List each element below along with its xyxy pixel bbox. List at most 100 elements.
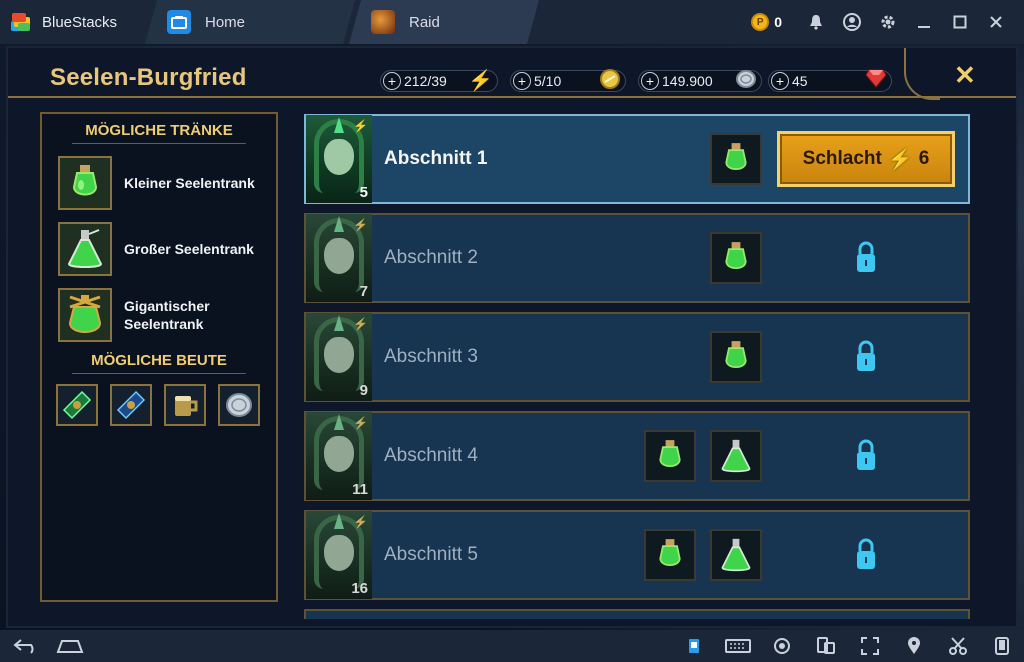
stage-row-partial[interactable] [304,609,970,619]
stage-row[interactable]: ⚡ 7 Abschnitt 2 [304,213,970,303]
scissors-icon[interactable] [936,630,980,662]
eye-icon[interactable] [760,630,804,662]
phone-icon[interactable] [672,630,716,662]
possible-loot-title: MÖGLICHE BEUTE [42,352,276,374]
arena-token-resource[interactable]: + 5/10 [510,69,626,92]
account-icon[interactable] [834,0,870,44]
tab-raid-label: Raid [409,13,440,31]
gear-icon[interactable] [870,0,906,44]
lock-icon [857,340,875,371]
close-dungeon-button[interactable]: ✕ [954,60,976,91]
fullscreen-icon[interactable] [848,630,892,662]
action-slot: Schlacht ⚡ 6 [776,129,956,189]
stage-row[interactable]: ⚡ 5 Abschnitt 1 Schlacht ⚡ 6 [304,114,970,204]
maximize-icon[interactable] [942,0,978,44]
divider [72,143,246,144]
green-shard-icon[interactable] [56,384,98,426]
action-slot [776,327,956,387]
home-nav-icon[interactable] [48,630,92,662]
app-name: BlueStacks [42,13,118,31]
tab-raid[interactable]: Raid [349,0,539,44]
potion-item[interactable]: Großer Seelentrank [58,222,276,276]
small-potion-icon[interactable] [644,430,696,482]
bluestacks-logo-icon [10,11,32,33]
potion-item[interactable]: Gigantischer Seelentrank [58,288,276,342]
bluestacks-titlebar: BlueStacks Home Raid P 0 [0,0,1024,44]
add-energy-button[interactable]: + [383,72,401,90]
gem-icon [865,68,887,94]
arena-token-value: 5/10 [534,73,562,89]
dungeon-header: Seelen-Burgfried + 212/39 ⚡ + 5/10 + 149… [8,48,1016,100]
keyboard-icon[interactable] [716,630,760,662]
lock-icon [857,538,875,569]
tab-home-label: Home [205,13,246,31]
small-potion-icon [58,156,112,210]
arena-token-icon [599,68,621,96]
stage-level: 7 [359,283,368,300]
add-arena-token-button[interactable]: + [513,72,531,90]
stage-row[interactable]: ⚡ 9 Abschnitt 3 [304,312,970,402]
stage-name: Abschnitt 3 [384,346,478,367]
boss-portrait: ⚡ 16 [306,511,372,599]
large-potion-icon[interactable] [710,430,762,482]
possible-potions-title: MÖGLICHE TRÄNKE [42,122,276,144]
add-gem-button[interactable]: + [771,72,789,90]
small-potion-icon[interactable] [710,133,762,185]
blue-shard-icon[interactable] [110,384,152,426]
energy-value: 212/39 [404,73,447,89]
battle-button[interactable]: Schlacht ⚡ 6 [777,131,955,187]
stage-level: 11 [352,481,368,498]
bluestacks-points-icon[interactable]: P [751,13,770,31]
page-title: Seelen-Burgfried [50,64,247,91]
gigantic-potion-icon [58,288,112,342]
stage-level: 9 [359,382,368,399]
points-count: 0 [774,14,782,30]
face-shape [324,337,354,373]
add-silver-button[interactable]: + [641,72,659,90]
affinity-icon: ⚡ [353,515,368,529]
phone-rotate-icon[interactable] [980,630,1024,662]
battle-label: Schlacht [802,148,882,169]
info-panel: MÖGLICHE TRÄNKE Kleiner Seelentrank Groß… [40,112,278,602]
stage-row[interactable]: ⚡ 11 Abschnitt 4 [304,411,970,501]
minimize-icon[interactable] [906,0,942,44]
tab-home[interactable]: Home [145,0,355,44]
game-viewport: Seelen-Burgfried + 212/39 ⚡ + 5/10 + 149… [0,44,1024,630]
small-potion-icon[interactable] [710,331,762,383]
large-potion-icon[interactable] [710,529,762,581]
multi-instance-icon[interactable] [804,630,848,662]
close-window-icon[interactable] [978,0,1014,44]
stage-name: Abschnitt 1 [384,148,488,169]
possible-potions-title-text: MÖGLICHE TRÄNKE [85,122,233,139]
energy-bolt-icon: ⚡ [468,70,493,92]
gem-value: 45 [792,73,808,89]
lock-icon [857,241,875,272]
back-icon[interactable] [4,630,48,662]
small-potion-icon[interactable] [644,529,696,581]
affinity-icon: ⚡ [353,119,368,133]
affinity-icon: ⚡ [353,317,368,331]
header-corner-ornament [904,48,940,100]
small-potion-icon[interactable] [710,232,762,284]
location-icon[interactable] [892,630,936,662]
bluestacks-brand: BlueStacks [0,0,145,44]
potion-item[interactable]: Kleiner Seelentrank [58,156,276,210]
action-slot [776,228,956,288]
boss-portrait: ⚡ 11 [306,412,372,500]
emulator-navbar [0,630,1024,662]
gem-resource[interactable]: + 45 [768,68,892,94]
silver-coin-icon[interactable] [218,384,260,426]
face-shape [324,238,354,274]
boss-portrait: ⚡ 9 [306,313,372,401]
stage-row[interactable]: ⚡ 16 Abschnitt 5 [304,510,970,600]
stage-level: 5 [359,184,368,201]
silver-resource[interactable]: + 149.900 [638,70,762,92]
potion-label: Gigantischer Seelentrank [124,298,210,332]
potion-mug-icon[interactable] [164,384,206,426]
silver-value: 149.900 [662,73,713,89]
energy-resource[interactable]: + 212/39 ⚡ [380,70,498,92]
stage-name: Abschnitt 4 [384,445,478,466]
face-shape [324,139,354,175]
affinity-icon: ⚡ [353,218,368,232]
bell-icon[interactable] [798,0,834,44]
